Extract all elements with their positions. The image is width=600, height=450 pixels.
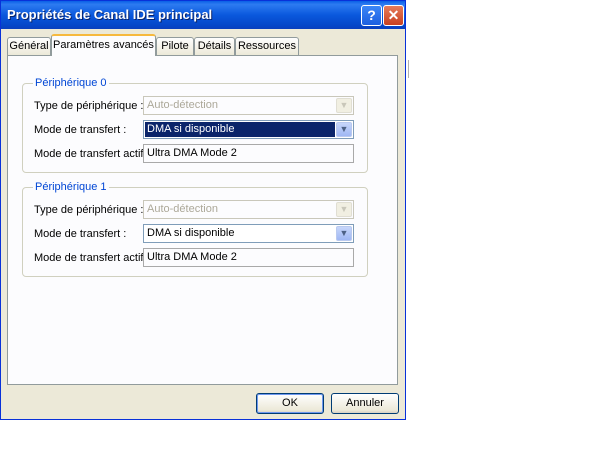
device-type-select: Auto-détection ▼	[143, 96, 354, 115]
cancel-button[interactable]: Annuler	[331, 393, 399, 414]
transfer-mode-select[interactable]: DMA si disponible ▼	[143, 224, 354, 243]
transfer-mode-value: DMA si disponible	[145, 122, 335, 137]
device-1-group: Périphérique 1 Type de périphérique : Au…	[22, 181, 368, 277]
device-0-group: Périphérique 0 Type de périphérique : Au…	[22, 77, 368, 173]
tab-resources[interactable]: Ressources	[235, 37, 299, 55]
device-type-label: Type de périphérique :	[34, 204, 144, 216]
device-type-label: Type de périphérique :	[34, 100, 144, 112]
help-icon[interactable]: ?	[361, 5, 382, 26]
transfer-mode-value: DMA si disponible	[147, 227, 235, 239]
device-type-select: Auto-détection ▼	[143, 200, 354, 219]
tab-advanced-settings[interactable]: Paramètres avancés	[51, 34, 156, 56]
close-icon[interactable]: ✕	[383, 5, 404, 26]
chevron-down-icon[interactable]: ▼	[336, 122, 352, 137]
chevron-down-icon: ▼	[336, 98, 352, 113]
tab-panel: Périphérique 0 Type de périphérique : Au…	[7, 55, 398, 385]
chevron-down-icon[interactable]: ▼	[336, 226, 352, 241]
tab-control: Général Paramètres avancés Pilote Détail…	[1, 29, 405, 419]
active-transfer-mode-value: Ultra DMA Mode 2	[147, 147, 237, 159]
active-transfer-mode-field: Ultra DMA Mode 2	[143, 248, 354, 267]
device-type-value: Auto-détection	[147, 99, 218, 111]
transfer-mode-label: Mode de transfert :	[34, 124, 127, 136]
ok-button[interactable]: OK	[256, 393, 324, 414]
active-transfer-mode-field: Ultra DMA Mode 2	[143, 144, 354, 163]
title-bar[interactable]: Propriétés de Canal IDE principal ? ✕	[1, 1, 405, 29]
background-divider	[408, 60, 409, 78]
transfer-mode-label: Mode de transfert :	[34, 228, 127, 240]
group-legend: Périphérique 1	[33, 181, 109, 193]
active-transfer-mode-label: Mode de transfert actif :	[34, 148, 150, 160]
active-transfer-mode-label: Mode de transfert actif :	[34, 252, 150, 264]
transfer-mode-select[interactable]: DMA si disponible ▼	[143, 120, 354, 139]
properties-dialog: Propriétés de Canal IDE principal ? ✕ Gé…	[0, 0, 406, 420]
device-type-value: Auto-détection	[147, 203, 218, 215]
group-legend: Périphérique 0	[33, 77, 109, 89]
window-title: Propriétés de Canal IDE principal	[7, 7, 213, 22]
chevron-down-icon: ▼	[336, 202, 352, 217]
tab-general[interactable]: Général	[7, 37, 51, 55]
active-transfer-mode-value: Ultra DMA Mode 2	[147, 251, 237, 263]
tab-driver[interactable]: Pilote	[156, 37, 194, 55]
tab-details[interactable]: Détails	[194, 37, 235, 55]
